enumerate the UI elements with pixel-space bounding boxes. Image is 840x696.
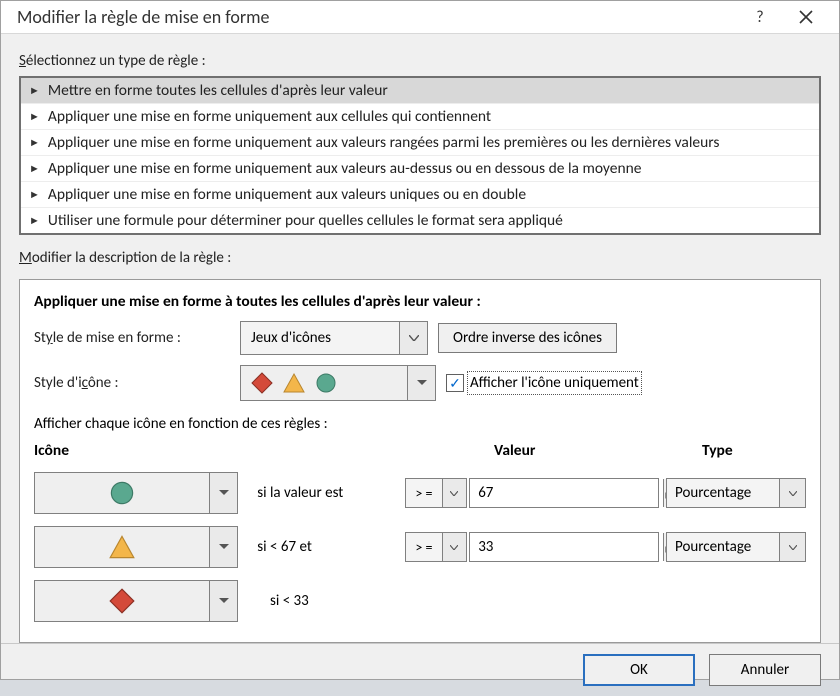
dialog-footer: OK Annuler (1, 643, 839, 696)
icon-picker-2[interactable] (34, 526, 238, 568)
icon-style-preview (241, 372, 407, 394)
chevron-down-icon[interactable] (209, 581, 237, 621)
format-style-combo[interactable]: Jeux d'icônes (240, 321, 428, 355)
select-rule-type-label: Sélectionnez un type de règle : (19, 52, 821, 70)
col-header-type: Type (702, 441, 806, 466)
format-style-label: Style de mise en forme : (34, 329, 230, 347)
rule-type-item-formula[interactable]: ► Utiliser une formule pour déterminer p… (21, 208, 819, 233)
dialog-content: Sélectionnez un type de règle : ► Mettre… (1, 34, 839, 643)
chevron-down-icon[interactable] (209, 473, 237, 513)
rule-columns-header: Icône Valeur Type (34, 441, 806, 466)
operator-combo-1[interactable]: > = (405, 478, 467, 508)
ok-button[interactable]: OK (583, 654, 695, 686)
condition-text-1: si la valeur est (257, 472, 405, 514)
help-icon: ? (751, 8, 769, 26)
value-input-2[interactable] (469, 532, 659, 562)
value-field-2[interactable] (470, 533, 663, 561)
description-heading: Appliquer une mise en forme à toutes les… (34, 292, 806, 311)
chevron-down-icon[interactable] (779, 479, 805, 507)
yellow-triangle-icon (283, 372, 305, 394)
icon-rule-row-2: si < 67 et > = (34, 520, 806, 574)
svg-text:?: ? (756, 8, 763, 26)
icon-rule-row-1: si la valeur est > = (34, 466, 806, 520)
close-icon (799, 10, 813, 24)
rule-type-item-cells-contain[interactable]: ► Appliquer une mise en forme uniquement… (21, 104, 819, 130)
col-header-value: Valeur (494, 441, 702, 466)
dialog-edit-formatting-rule: Modifier la règle de mise en forme ? Sél… (0, 0, 840, 680)
edit-description-label: Modifier la description de la règle : (19, 249, 821, 267)
rule-type-list[interactable]: ► Mettre en forme toutes les cellules d'… (19, 76, 821, 235)
red-diamond-icon (35, 581, 209, 621)
bullet-icon: ► (29, 110, 40, 123)
show-icon-only-checkbox[interactable]: ✓ Afficher l'icône uniquement (446, 374, 639, 392)
type-combo-2[interactable]: Pourcentage (666, 532, 806, 562)
bullet-icon: ► (29, 136, 40, 149)
checkbox-checked-icon: ✓ (446, 374, 464, 392)
show-icon-only-label: Afficher l'icône uniquement (470, 374, 639, 392)
format-style-value: Jeux d'icônes (241, 325, 399, 351)
bullet-icon: ► (29, 84, 40, 97)
rule-type-item-unique-duplicate[interactable]: ► Appliquer une mise en forme uniquement… (21, 182, 819, 208)
value-field-1[interactable] (470, 479, 663, 507)
value-input-1[interactable] (469, 478, 659, 508)
bullet-icon: ► (29, 162, 40, 175)
chevron-down-icon[interactable] (407, 366, 435, 400)
icon-style-combo[interactable] (240, 365, 436, 401)
type-combo-1[interactable]: Pourcentage (666, 478, 806, 508)
help-button[interactable]: ? (737, 1, 783, 33)
col-header-icon: Icône (34, 441, 270, 466)
green-circle-icon (35, 473, 209, 513)
icon-rule-row-3: si < 33 (34, 574, 806, 628)
icon-picker-1[interactable] (34, 472, 238, 514)
yellow-triangle-icon (35, 527, 209, 567)
rule-description-panel: Appliquer une mise en forme à toutes les… (19, 279, 821, 643)
operator-combo-2[interactable]: > = (405, 532, 467, 562)
chevron-down-icon[interactable] (442, 479, 466, 507)
chevron-down-icon[interactable] (209, 527, 237, 567)
green-circle-icon (315, 372, 337, 394)
red-diamond-icon (251, 372, 273, 394)
display-each-icon-label: Afficher chaque icône en fonction de ces… (34, 415, 806, 433)
close-button[interactable] (783, 1, 829, 33)
chevron-down-icon[interactable] (779, 533, 805, 561)
reverse-icon-order-button[interactable]: Ordre inverse des icônes (438, 323, 617, 353)
dialog-title: Modifier la règle de mise en forme (11, 6, 737, 28)
icon-style-label: Style d'icône : (34, 374, 230, 392)
cancel-button[interactable]: Annuler (709, 654, 821, 686)
icon-picker-3[interactable] (34, 580, 238, 622)
chevron-down-icon[interactable] (399, 322, 427, 354)
titlebar: Modifier la règle de mise en forme ? (1, 1, 839, 34)
bullet-icon: ► (29, 214, 40, 227)
rule-type-item-format-all-by-value[interactable]: ► Mettre en forme toutes les cellules d'… (21, 78, 819, 104)
bullet-icon: ► (29, 188, 40, 201)
rule-type-item-above-below-avg[interactable]: ► Appliquer une mise en forme uniquement… (21, 156, 819, 182)
condition-text-2: si < 67 et (257, 526, 405, 568)
chevron-down-icon[interactable] (442, 533, 466, 561)
rule-type-item-top-bottom[interactable]: ► Appliquer une mise en forme uniquement… (21, 130, 819, 156)
condition-text-3: si < 33 (270, 580, 426, 622)
